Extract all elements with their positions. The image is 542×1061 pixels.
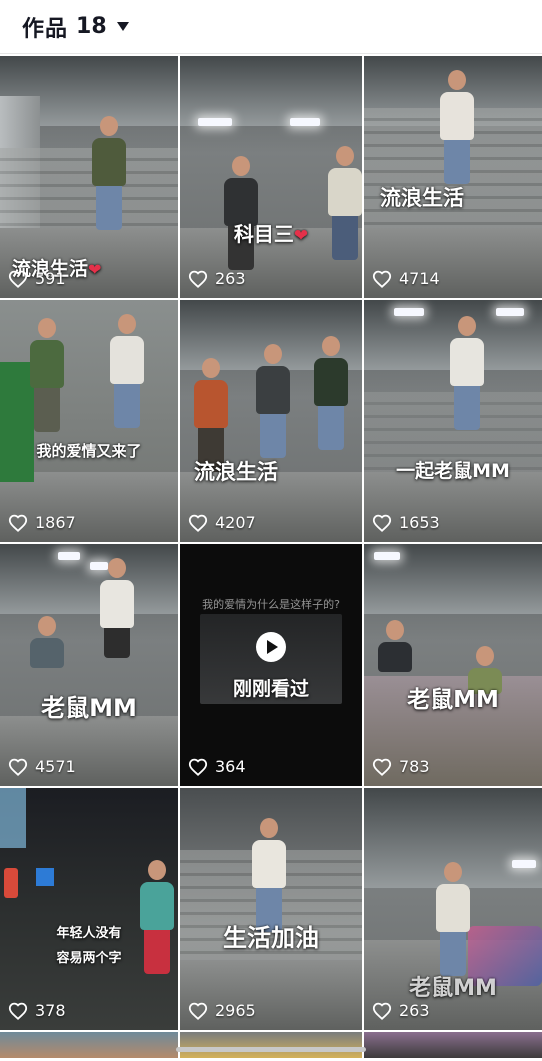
person-figure [30,318,64,432]
like-count: 2965 [188,1001,256,1020]
video-tile[interactable]: 一起老鼠MM 1653 [364,300,542,542]
heart-outline-icon [372,270,392,288]
play-icon[interactable] [256,632,286,662]
heart-outline-icon [372,1002,392,1020]
like-count: 783 [372,757,430,776]
video-tile[interactable]: 流浪生活❤ 591 [0,56,178,298]
person-figure [194,358,228,472]
heart-outline-icon [8,514,28,532]
video-tile[interactable]: 我的爱情又来了 1867 [0,300,178,542]
person-figure [224,156,258,270]
works-tab-label[interactable]: 作品 [22,11,68,43]
video-caption: 科目三❤ [233,222,309,246]
heart-outline-icon [188,270,208,288]
scene-ceiling [0,544,178,614]
recently-watched-label: 刚刚看过 [232,678,309,700]
person-figure [92,116,126,230]
person-figure [314,336,348,450]
like-count: 4207 [188,513,256,532]
like-count: 263 [188,269,246,288]
heart-outline-icon [8,270,28,288]
works-count: 18 [76,14,107,39]
caret-down-icon[interactable] [116,22,129,31]
video-caption: 老鼠MM [41,694,137,722]
video-tile[interactable]: 生活加油 2965 [180,788,362,1030]
crosswalk-sign [36,868,54,886]
heart-outline-icon [8,758,28,776]
ceiling-lamp [394,308,424,316]
person-figure [252,818,286,932]
video-tile[interactable]: 流浪生活 4714 [364,56,542,298]
person-figure [436,862,470,976]
video-tile[interactable]: 科目三❤ 263 [180,56,362,298]
ceiling-lamp [374,552,400,560]
video-tile[interactable]: 老鼠MM 4571 [0,544,178,786]
ceiling-lamp [198,118,232,126]
video-caption: 老鼠MM [409,976,497,1001]
person-figure [100,558,134,658]
traffic-light [4,868,18,898]
video-tile[interactable]: 年轻人没有 容易两个字 378 [0,788,178,1030]
heart-outline-icon [188,1002,208,1020]
profile-works-header[interactable]: 作品 18 [0,0,542,54]
video-tile[interactable] [364,1032,542,1058]
video-tile[interactable]: 流浪生活 4207 [180,300,362,542]
person-figure [30,616,64,668]
video-tile[interactable] [0,1032,178,1058]
heart-outline-icon [188,758,208,776]
ceiling-lamp [496,308,524,316]
ceiling-lamp [512,860,536,868]
building-light [0,788,26,848]
video-tile-recently-watched[interactable]: 我的爱情为什么是这样子的? 刚刚看过 364 [180,544,362,786]
video-caption: 老鼠MM [407,687,499,713]
like-count: 1653 [372,513,440,532]
horizontal-scroll-indicator[interactable] [176,1047,366,1052]
video-tile[interactable]: 老鼠MM 783 [364,544,542,786]
ceiling-lamp [58,552,80,560]
video-grid: 流浪生活❤ 591 科目三❤ 263 流浪生活 4714 我的爱情又来了 186… [0,56,542,1058]
like-count: 591 [8,269,66,288]
video-caption: 我的爱情又来了 [36,442,142,460]
like-count: 378 [8,1001,66,1020]
green-trash-bin [0,362,34,482]
video-tile[interactable]: 老鼠MM 263 [364,788,542,1030]
video-caption: 年轻人没有 容易两个字 [56,926,122,966]
person-figure [110,314,144,428]
video-caption: 生活加油 [223,924,319,952]
video-overlay-title: 我的爱情为什么是这样子的? [202,598,340,611]
ceiling-lamp [290,118,320,126]
person-figure [450,316,484,430]
video-tile[interactable] [180,1032,362,1058]
scene-ceiling [180,56,362,126]
video-caption: 流浪生活 [380,186,464,210]
heart-outline-icon [188,514,208,532]
like-count: 1867 [8,513,76,532]
person-figure [440,70,474,184]
heart-outline-icon [372,514,392,532]
person-figure [378,620,412,672]
video-caption: 流浪生活 [194,460,278,484]
like-count: 4571 [8,757,76,776]
heart-outline-icon [8,1002,28,1020]
like-count: 364 [188,757,246,776]
like-count: 4714 [372,269,440,288]
video-caption: 一起老鼠MM [396,460,510,482]
like-count: 263 [372,1001,430,1020]
person-figure [256,344,290,458]
heart-outline-icon [372,758,392,776]
